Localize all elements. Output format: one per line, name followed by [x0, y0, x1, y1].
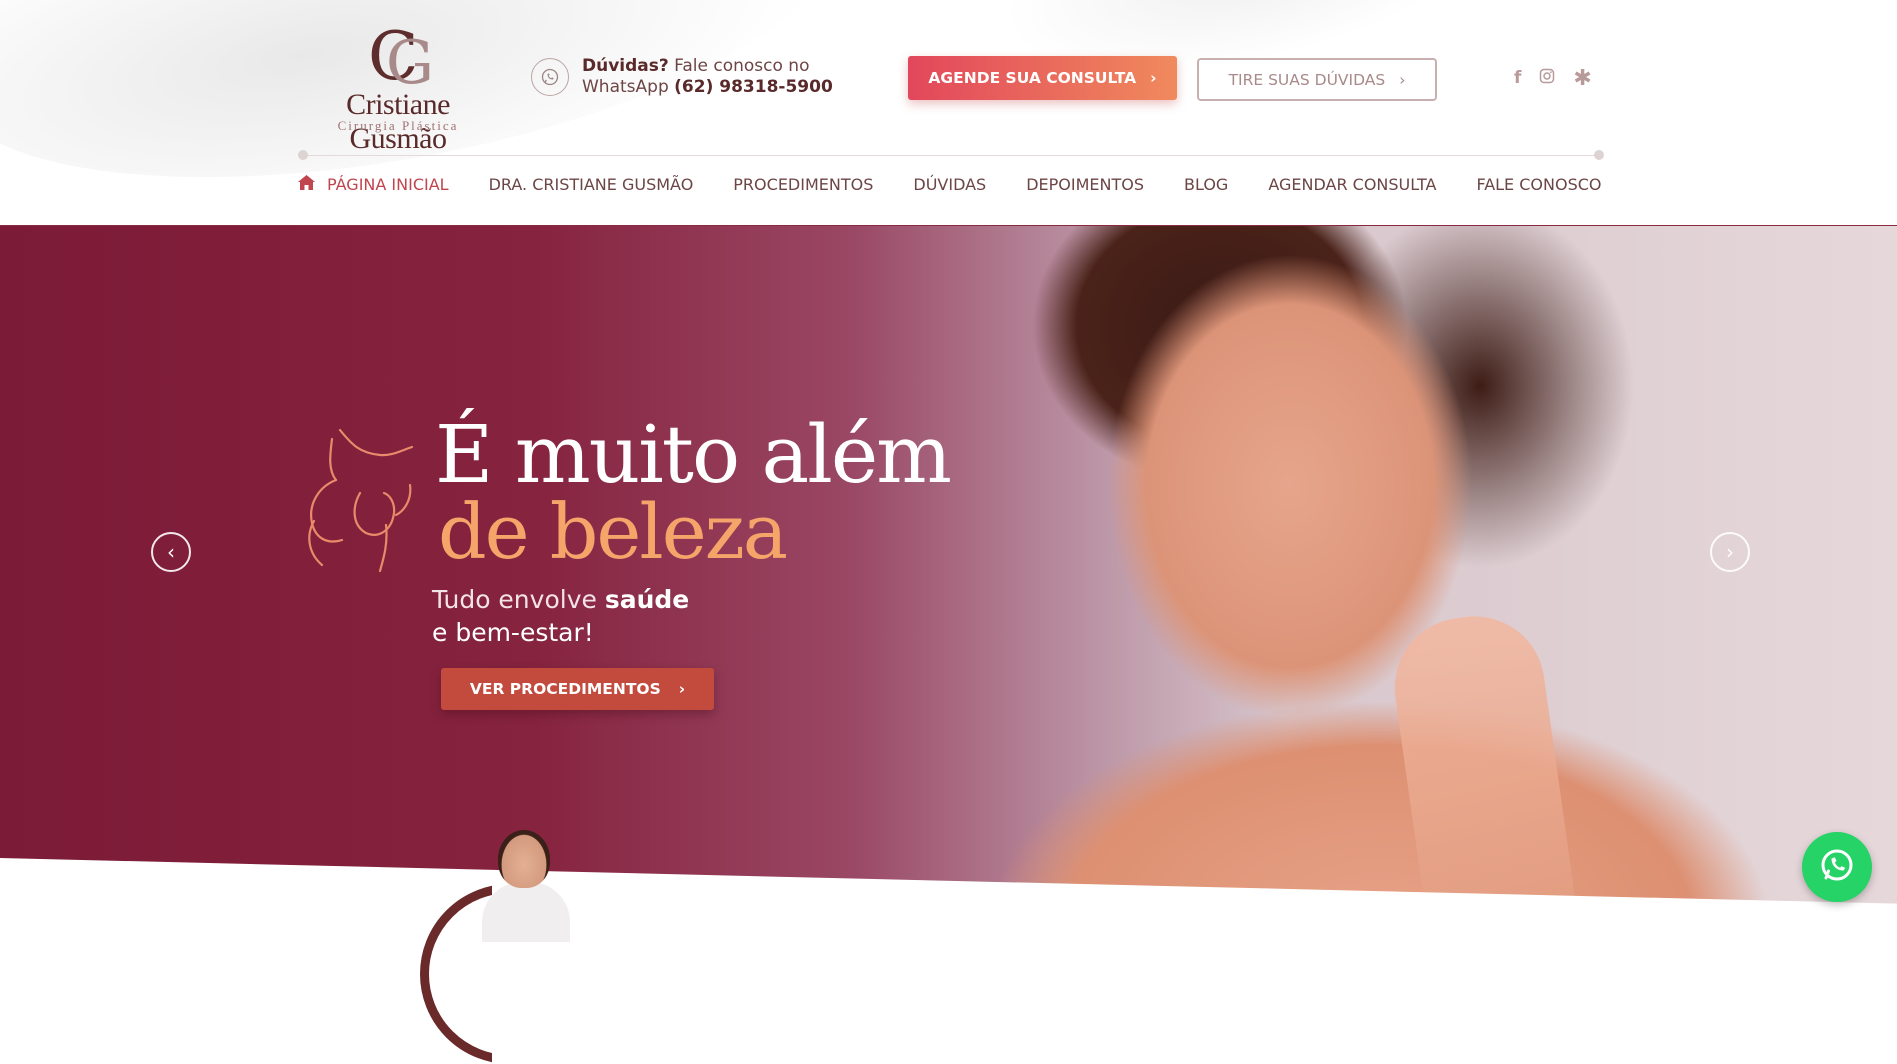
nav-item-blog[interactable]: BLOG [1184, 175, 1228, 194]
facebook-icon[interactable]: f [1514, 68, 1521, 88]
nav-divider [298, 155, 1602, 156]
whatsapp-contact-text: Dúvidas? Fale conosco no WhatsApp (62) 9… [582, 56, 842, 98]
portrait-body [482, 882, 570, 942]
logo-monogram: CG [368, 18, 434, 99]
site-header: CG Cristiane Gusmão Cirurgia Plástica Dú… [0, 0, 1897, 226]
hero-subtitle-prefix: Tudo envolve [432, 585, 605, 614]
nav-item-procedimentos[interactable]: PROCEDIMENTOS [733, 175, 873, 194]
whatsapp-contact[interactable]: Dúvidas? Fale conosco no WhatsApp (62) 9… [531, 56, 833, 102]
schedule-consultation-label: AGENDE SUA CONSULTA [928, 69, 1137, 87]
contact-channel: WhatsApp [582, 77, 669, 97]
site-logo[interactable]: CG Cristiane Gusmão Cirurgia Plástica [298, 18, 498, 156]
instagram-icon[interactable] [1539, 68, 1555, 89]
view-procedures-button[interactable]: VER PROCEDIMENTOS › [441, 668, 714, 710]
nav-item-home[interactable]: PÁGINA INICIAL [298, 174, 449, 194]
nav-divider-dot [298, 150, 308, 160]
portrait-head [498, 830, 550, 888]
contact-text: Fale conosco no [674, 56, 810, 76]
chevron-right-icon: › [1399, 70, 1406, 89]
nav-item-label: PÁGINA INICIAL [327, 174, 449, 194]
contact-question: Dúvidas? [582, 56, 669, 76]
slider-next-button[interactable]: › [1710, 532, 1750, 572]
whatsapp-icon [531, 58, 569, 96]
view-procedures-label: VER PROCEDIMENTOS [469, 680, 661, 698]
nav-divider-dot [1594, 150, 1604, 160]
whatsapp-float-button[interactable] [1802, 832, 1872, 902]
nav-item-dra-cristiane[interactable]: DRA. CRISTIANE GUSMÃO [489, 175, 694, 194]
chevron-right-icon: › [1150, 69, 1157, 87]
ask-questions-button[interactable]: TIRE SUAS DÚVIDAS › [1197, 58, 1437, 101]
chevron-left-icon: ‹ [167, 540, 175, 564]
nav-item-depoimentos[interactable]: DEPOIMENTOS [1026, 175, 1144, 194]
whatsapp-icon [1817, 845, 1857, 889]
hero-subtitle-line1: Tudo envolve saúde [432, 585, 689, 614]
ask-questions-label: TIRE SUAS DÚVIDAS [1228, 70, 1386, 89]
hero-subtitle-line2: e bem-estar! [432, 618, 594, 647]
main-nav: PÁGINA INICIAL DRA. CRISTIANE GUSMÃO PRO… [298, 172, 1602, 196]
hero-title-line2: de beleza [438, 487, 788, 576]
logo-subtitle: Cirurgia Plástica [337, 118, 459, 133]
chevron-right-icon: › [1726, 540, 1734, 564]
doctoralia-icon[interactable]: ✱ [1573, 66, 1591, 91]
schedule-consultation-button[interactable]: AGENDE SUA CONSULTA › [908, 56, 1177, 100]
chevron-right-icon: › [678, 680, 686, 698]
social-links: f ✱ [1514, 66, 1592, 91]
contact-phone: (62) 98318-5900 [674, 77, 833, 97]
nav-item-fale-conosco[interactable]: FALE CONOSCO [1476, 175, 1601, 194]
nav-item-agendar-consulta[interactable]: AGENDAR CONSULTA [1268, 175, 1436, 194]
home-icon [298, 174, 315, 194]
body-silhouette-icon [308, 428, 414, 573]
slider-prev-button[interactable]: ‹ [151, 532, 191, 572]
hero-subtitle-bold: saúde [604, 585, 690, 614]
nav-item-duvidas[interactable]: DÚVIDAS [913, 175, 986, 194]
hero-slider [0, 226, 1897, 927]
doctor-portrait [420, 828, 620, 1064]
